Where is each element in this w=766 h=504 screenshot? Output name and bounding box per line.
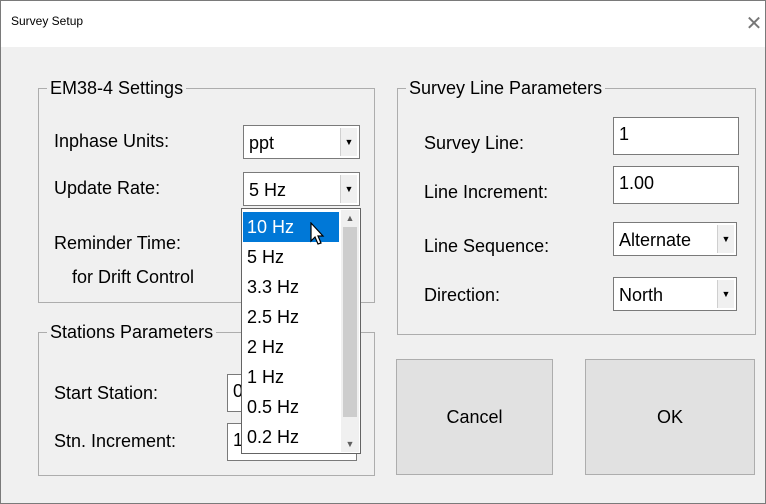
scrollbar-thumb[interactable]	[343, 227, 357, 417]
inphase-units-value: ppt	[249, 133, 275, 153]
chevron-down-icon[interactable]: ▼	[717, 225, 734, 253]
update-rate-select[interactable]: 5 Hz ▼	[243, 172, 360, 206]
stations-parameters-legend: Stations Parameters	[47, 322, 217, 343]
em38-settings-legend: EM38-4 Settings	[47, 78, 187, 99]
dropdown-scrollbar[interactable]: ▲ ▼	[341, 210, 359, 452]
chevron-down-icon[interactable]: ▼	[340, 128, 357, 156]
direction-value: North	[619, 285, 664, 305]
reminder-time-label: Reminder Time:	[54, 233, 182, 253]
dropdown-option[interactable]: 2.5 Hz	[243, 302, 339, 332]
dropdown-option[interactable]: 2 Hz	[243, 332, 339, 362]
survey-line-input[interactable]: 1	[613, 117, 739, 155]
direction-select[interactable]: North ▼	[613, 277, 737, 311]
line-sequence-select[interactable]: Alternate ▼	[613, 222, 737, 256]
update-rate-label: Update Rate:	[54, 178, 161, 198]
line-increment-label: Line Increment:	[424, 182, 549, 202]
dropdown-option[interactable]: 1 Hz	[243, 362, 339, 392]
chevron-down-icon[interactable]: ▼	[717, 280, 734, 308]
mouse-pointer-icon	[310, 222, 325, 245]
line-increment-input[interactable]: 1.00	[613, 166, 739, 204]
line-sequence-label: Line Sequence:	[424, 236, 550, 256]
dropdown-option[interactable]: 0.5 Hz	[243, 392, 339, 422]
survey-setup-dialog: Survey Setup ✕ EM38-4 Settings Inphase U…	[0, 0, 766, 504]
ok-button[interactable]: OK	[585, 359, 755, 475]
survey-line-parameters-legend: Survey Line Parameters	[406, 78, 606, 99]
line-increment-value: 1.00	[619, 173, 655, 193]
scroll-down-icon[interactable]: ▼	[341, 436, 359, 452]
start-station-label: Start Station:	[54, 383, 159, 403]
survey-line-label: Survey Line:	[424, 133, 525, 153]
stn-increment-label: Stn. Increment:	[54, 431, 177, 451]
direction-label: Direction:	[424, 285, 501, 305]
dropdown-option[interactable]: 3.3 Hz	[243, 272, 339, 302]
inphase-units-label: Inphase Units:	[54, 131, 170, 151]
inphase-units-select[interactable]: ppt ▼	[243, 125, 360, 159]
update-rate-dropdown-list[interactable]: 10 Hz 5 Hz 3.3 Hz 2.5 Hz 2 Hz 1 Hz 0.5 H…	[241, 208, 361, 454]
update-rate-value: 5 Hz	[249, 180, 287, 200]
window-title: Survey Setup	[11, 14, 84, 28]
drift-control-label: for Drift Control	[72, 267, 195, 287]
survey-line-value: 1	[619, 124, 630, 144]
chevron-down-icon[interactable]: ▼	[340, 175, 357, 203]
cancel-button[interactable]: Cancel	[396, 359, 553, 475]
title-bar: Survey Setup ✕	[1, 1, 765, 47]
line-sequence-value: Alternate	[619, 230, 692, 250]
close-icon[interactable]: ✕	[743, 11, 765, 37]
dropdown-option[interactable]: 0.2 Hz	[243, 422, 339, 452]
scroll-up-icon[interactable]: ▲	[341, 210, 359, 226]
